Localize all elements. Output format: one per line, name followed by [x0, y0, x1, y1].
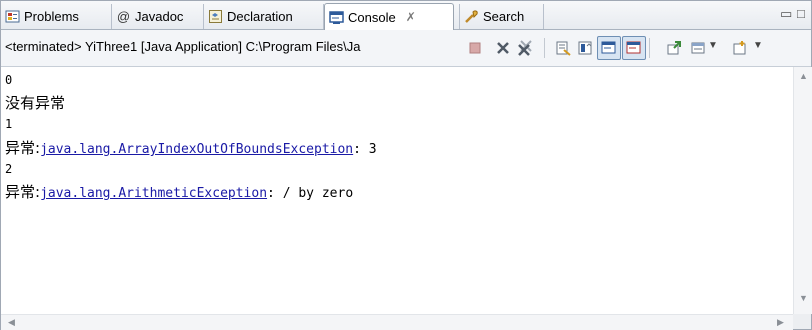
remove-all-terminated-icon[interactable]	[517, 39, 535, 57]
scroll-up-icon[interactable]: ▲	[799, 71, 808, 81]
output-line: 1	[5, 117, 13, 131]
scroll-left-icon[interactable]: ◀	[8, 317, 15, 328]
chevron-down-icon[interactable]: ▼	[753, 40, 763, 51]
tab-problems[interactable]: Problems	[1, 4, 112, 29]
output-suffix: : 3	[353, 142, 377, 157]
tab-label: Declaration	[227, 9, 293, 24]
process-status: <terminated> YiThree1 [Java Application]…	[5, 39, 361, 54]
show-console-stderr-icon[interactable]	[622, 36, 646, 60]
declaration-icon	[208, 9, 223, 24]
tab-search[interactable]: Search	[459, 4, 544, 29]
output-line: 没有异常	[5, 94, 66, 112]
problems-icon	[5, 9, 20, 24]
output-line: 0	[5, 73, 13, 87]
console-toolbar: <terminated> YiThree1 [Java Application]…	[1, 30, 811, 67]
pin-console-icon[interactable]	[665, 39, 683, 57]
toolbar-separator	[649, 38, 650, 58]
console-output[interactable]: 0 没有异常 1 异常:java.lang.ArrayIndexOutOfBou…	[1, 67, 793, 314]
open-console-icon[interactable]	[731, 39, 749, 57]
chevron-down-icon[interactable]: ▼	[708, 40, 718, 51]
scroll-lock-icon[interactable]	[576, 39, 594, 57]
tab-javadoc[interactable]: @ Javadoc	[112, 4, 204, 29]
display-selected-console-icon[interactable]	[689, 39, 707, 57]
console-icon	[329, 10, 344, 25]
scroll-down-icon[interactable]: ▼	[799, 293, 808, 303]
exception-link[interactable]: java.lang.ArrayIndexOutOfBoundsException	[40, 142, 353, 157]
vertical-scrollbar[interactable]: ▲ ▼	[793, 67, 812, 314]
output-line: 2	[5, 162, 13, 176]
console-view: Problems @ Javadoc Declaration Console ✗…	[0, 0, 812, 330]
toolbar-separator	[544, 38, 545, 58]
remove-launch-icon[interactable]	[494, 39, 512, 57]
tab-label: Javadoc	[135, 9, 184, 24]
exception-link[interactable]: java.lang.ArithmeticException	[40, 186, 267, 201]
close-icon[interactable]: ✗	[406, 10, 416, 24]
output-line: 异常:java.lang.ArithmeticException: / by z…	[5, 181, 353, 202]
output-prefix: 异常:	[5, 139, 41, 157]
scrollbar-corner	[793, 314, 811, 329]
tab-label: Search	[483, 9, 525, 24]
tab-console[interactable]: Console ✗	[324, 3, 454, 30]
clear-console-icon[interactable]	[554, 39, 572, 57]
tab-declaration[interactable]: Declaration	[204, 4, 324, 29]
tab-label: Console	[348, 9, 396, 25]
output-line: 异常:java.lang.ArrayIndexOutOfBoundsExcept…	[5, 137, 377, 158]
search-icon	[464, 9, 479, 24]
output-prefix: 异常:	[5, 183, 41, 201]
show-console-stdout-icon[interactable]	[597, 36, 621, 60]
scroll-right-icon[interactable]: ▶	[777, 317, 784, 328]
horizontal-scrollbar[interactable]: ◀ ▶	[1, 314, 793, 330]
output-suffix: : / by zero	[267, 186, 354, 201]
view-tab-bar: Problems @ Javadoc Declaration Console ✗…	[1, 1, 811, 30]
at-icon: @	[116, 9, 131, 24]
maximize-icon[interactable]: □	[797, 6, 805, 21]
terminate-icon[interactable]	[466, 39, 484, 57]
tab-label: Problems	[24, 9, 79, 24]
minimize-icon[interactable]: ▭	[780, 6, 792, 22]
